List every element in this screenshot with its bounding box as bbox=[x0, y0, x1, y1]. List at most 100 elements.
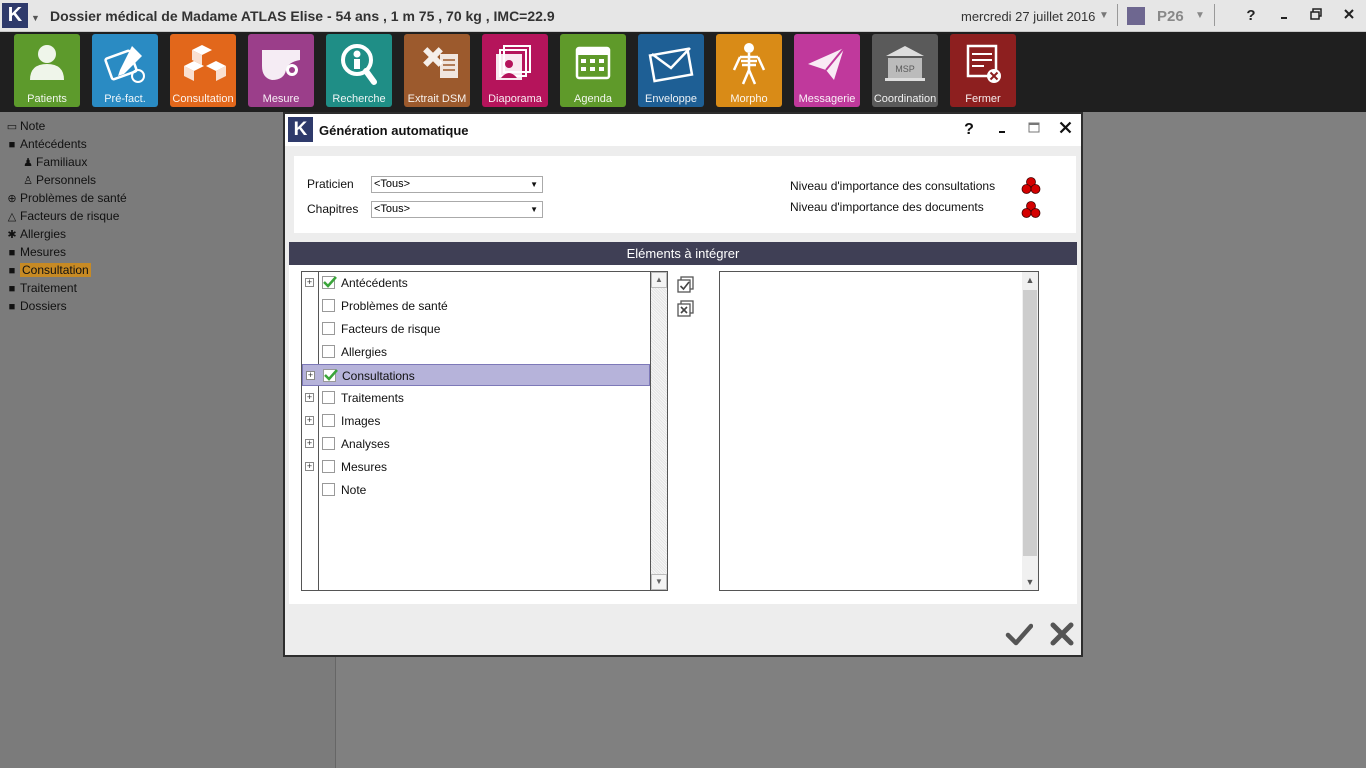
praticien-select[interactable]: <Tous> ▼ bbox=[371, 176, 543, 193]
scroll-up-icon[interactable]: ▲ bbox=[1022, 272, 1038, 288]
element-checkbox[interactable] bbox=[323, 369, 338, 382]
tree-item-dossiers[interactable]: ■ Dossiers bbox=[4, 297, 67, 315]
slideshow-icon bbox=[496, 45, 531, 80]
element-checkbox[interactable] bbox=[322, 391, 335, 404]
element-row[interactable]: + Traitements bbox=[302, 387, 650, 409]
tree-item-problemes[interactable]: ⊕ Problèmes de santé bbox=[4, 189, 126, 207]
restore-button[interactable] bbox=[1305, 6, 1327, 26]
preview-list[interactable]: ▲ ▼ bbox=[719, 271, 1039, 591]
preview-scrollbar[interactable]: ▲ ▼ bbox=[1022, 272, 1038, 590]
toolbar-fermer-button[interactable]: Fermer bbox=[950, 34, 1016, 107]
pen-tablet-icon bbox=[104, 46, 145, 83]
chapitres-select[interactable]: <Tous> ▼ bbox=[371, 201, 543, 218]
expand-icon[interactable]: + bbox=[306, 371, 315, 380]
tree-item-traitement[interactable]: ■ Traitement bbox=[4, 279, 77, 297]
toolbar-extrait-dsm-button[interactable]: Extrait DSM bbox=[404, 34, 470, 107]
importance-level-consultations-icon[interactable] bbox=[1021, 177, 1041, 195]
element-row[interactable]: + Antécédents bbox=[302, 272, 650, 294]
toolbar-morpho-button[interactable]: Morpho bbox=[716, 34, 782, 107]
toolbar-label: Messagerie bbox=[798, 93, 856, 105]
scroll-down-icon[interactable]: ▼ bbox=[1022, 574, 1038, 590]
element-label: Allergies bbox=[341, 345, 388, 359]
post-color-swatch[interactable] bbox=[1127, 7, 1145, 25]
tree-item-label: Familiaux bbox=[36, 155, 88, 169]
element-row[interactable]: Problèmes de santé bbox=[302, 295, 650, 317]
element-row[interactable]: + Analyses bbox=[302, 433, 650, 455]
toolbar-prefact-button[interactable]: Pré-fact. bbox=[92, 34, 158, 107]
dialog-maximize-button[interactable] bbox=[1024, 120, 1044, 140]
tree-item-mesures[interactable]: ■ Mesures bbox=[4, 243, 66, 261]
check-all-icon[interactable] bbox=[677, 275, 695, 293]
element-row[interactable]: Note bbox=[302, 479, 650, 501]
filters-panel: Praticien <Tous> ▼ Chapitres <Tous> ▼ Ni… bbox=[294, 156, 1076, 233]
toolbar-mesure-button[interactable]: Mesure bbox=[248, 34, 314, 107]
toolbar-messagerie-button[interactable]: Messagerie bbox=[794, 34, 860, 107]
element-row[interactable]: + Images bbox=[302, 410, 650, 432]
close-app-button[interactable] bbox=[1338, 6, 1360, 26]
element-row[interactable]: + Mesures bbox=[302, 456, 650, 478]
scroll-thumb[interactable] bbox=[1023, 290, 1037, 556]
restore-icon bbox=[1310, 8, 1322, 20]
app-menu-caret-icon[interactable]: ▼ bbox=[31, 13, 41, 23]
tree-item-personnels[interactable]: ♙ Personnels bbox=[20, 171, 96, 189]
expand-icon[interactable]: + bbox=[305, 462, 314, 471]
date-selector[interactable]: mercredi 27 juillet 2016 bbox=[961, 9, 1095, 24]
element-row[interactable]: Facteurs de risque bbox=[302, 318, 650, 340]
dialog-minimize-button[interactable] bbox=[992, 120, 1012, 140]
toolbar-recherche-button[interactable]: Recherche bbox=[326, 34, 392, 107]
minimize-button[interactable] bbox=[1273, 6, 1295, 26]
tree-item-consultation[interactable]: ■ Consultation bbox=[4, 261, 91, 279]
dialog-close-button[interactable] bbox=[1055, 120, 1075, 140]
element-checkbox[interactable] bbox=[322, 322, 335, 335]
help-button[interactable]: ? bbox=[1240, 6, 1262, 26]
msp-label: MSP bbox=[895, 64, 915, 74]
scroll-up-icon[interactable]: ▲ bbox=[651, 272, 667, 288]
folder-icon: ■ bbox=[8, 301, 16, 313]
validate-button[interactable] bbox=[1005, 620, 1033, 648]
element-row[interactable]: + Consultations bbox=[302, 364, 650, 386]
toolbar-patients-button[interactable]: Patients bbox=[14, 34, 80, 107]
toolbar-enveloppe-button[interactable]: Enveloppe bbox=[638, 34, 704, 107]
element-checkbox[interactable] bbox=[322, 437, 335, 450]
paper-plane-icon bbox=[808, 47, 845, 80]
tree-item-antecedents[interactable]: ■ Antécédents bbox=[4, 135, 87, 153]
expand-icon[interactable]: + bbox=[305, 416, 314, 425]
toolbar-diaporama-button[interactable]: Diaporama bbox=[482, 34, 548, 107]
chevron-down-icon: ▼ bbox=[530, 180, 538, 189]
elements-tree[interactable]: + Antécédents Problèmes de santé Facteurs d… bbox=[301, 271, 668, 591]
chapitres-label: Chapitres bbox=[307, 202, 359, 216]
cancel-button[interactable] bbox=[1048, 620, 1076, 648]
tree-item-familiaux[interactable]: ♟ Familiaux bbox=[20, 153, 87, 171]
uncheck-all-icon[interactable] bbox=[677, 299, 695, 317]
element-checkbox[interactable] bbox=[322, 299, 335, 312]
toolbar-agenda-button[interactable]: Agenda bbox=[560, 34, 626, 107]
post-code[interactable]: P26 bbox=[1157, 8, 1184, 25]
dialog-help-button[interactable]: ? bbox=[959, 120, 979, 140]
element-checkbox[interactable] bbox=[322, 276, 337, 289]
element-checkbox[interactable] bbox=[322, 345, 335, 358]
element-checkbox[interactable] bbox=[322, 483, 335, 496]
element-checkbox[interactable] bbox=[322, 414, 335, 427]
importance-level-documents-icon[interactable] bbox=[1021, 201, 1041, 219]
tree-scrollbar[interactable]: ▲ ▼ bbox=[650, 272, 667, 590]
expand-icon[interactable]: + bbox=[305, 278, 314, 287]
post-dropdown-icon[interactable]: ▼ bbox=[1195, 10, 1205, 21]
skeleton-icon bbox=[732, 43, 766, 85]
folder-icon: ■ bbox=[8, 283, 16, 295]
expand-icon[interactable]: + bbox=[305, 393, 314, 402]
expand-icon[interactable]: + bbox=[305, 439, 314, 448]
tree-item-note[interactable]: ▭ Note bbox=[4, 117, 46, 135]
praticien-value: <Tous> bbox=[374, 178, 411, 190]
element-label: Facteurs de risque bbox=[341, 322, 441, 336]
toolbar-consultation-button[interactable]: Consultation bbox=[170, 34, 236, 107]
element-checkbox[interactable] bbox=[322, 460, 335, 473]
toolbar-coordination-button[interactable]: MSP Coordination bbox=[872, 34, 938, 107]
app-logo[interactable]: K bbox=[2, 3, 28, 28]
element-row[interactable]: Allergies bbox=[302, 341, 650, 363]
scroll-down-icon[interactable]: ▼ bbox=[651, 574, 667, 590]
tree-item-allergies[interactable]: ✱ Allergies bbox=[4, 225, 66, 243]
tree-item-facteurs[interactable]: △ Facteurs de risque bbox=[4, 207, 120, 225]
dialog-logo: K bbox=[288, 117, 313, 142]
title-separator bbox=[1117, 4, 1118, 26]
date-dropdown-icon[interactable]: ▼ bbox=[1099, 10, 1109, 21]
